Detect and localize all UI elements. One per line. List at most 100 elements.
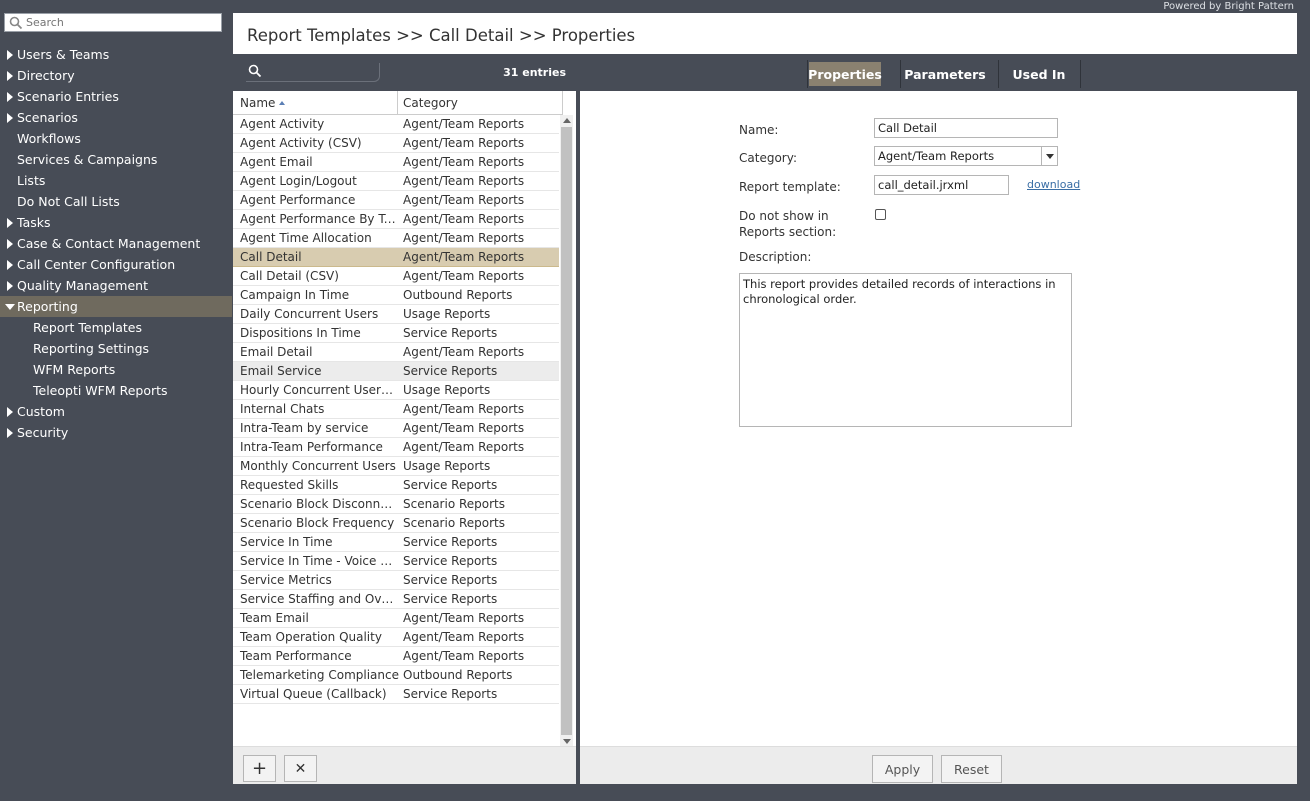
scroll-up-icon[interactable]: [563, 118, 571, 123]
table-row[interactable]: Monthly Concurrent Users Usage Reports: [233, 457, 559, 476]
row-category: Agent/Team Reports: [403, 250, 525, 264]
expand-arrow-icon[interactable]: [0, 280, 17, 291]
expand-arrow-icon[interactable]: [0, 91, 17, 102]
table-row[interactable]: Hourly Concurrent Users ... Usage Reports: [233, 381, 559, 400]
sidebar-item-workflows[interactable]: Workflows: [0, 128, 232, 149]
table-row[interactable]: Email Service Service Reports: [233, 362, 559, 381]
sidebar-item-quality-management[interactable]: Quality Management: [0, 275, 232, 296]
table-row[interactable]: Service Staffing and Overf... Service Rep…: [233, 590, 559, 609]
table-row[interactable]: Requested Skills Service Reports: [233, 476, 559, 495]
table-row[interactable]: Team Operation Quality Agent/Team Reports: [233, 628, 559, 647]
row-name: Scenario Block Disconnects: [240, 497, 399, 511]
category-select[interactable]: Agent/Team Reports: [874, 146, 1058, 166]
sidebar-search[interactable]: [4, 13, 222, 32]
column-header-category[interactable]: Category: [398, 91, 563, 114]
table-row[interactable]: Scenario Block Frequency Scenario Reports: [233, 514, 559, 533]
sidebar-item-directory[interactable]: Directory: [0, 65, 232, 86]
apply-button[interactable]: Apply: [872, 755, 933, 783]
row-category: Usage Reports: [403, 307, 491, 321]
expand-arrow-icon[interactable]: [0, 49, 17, 60]
table-row[interactable]: Scenario Block Disconnects Scenario Repor…: [233, 495, 559, 514]
sidebar-item-users-teams[interactable]: Users & Teams: [0, 44, 232, 65]
sidebar-item-reporting-settings[interactable]: Reporting Settings: [0, 338, 232, 359]
table-row[interactable]: Call Detail Agent/Team Reports: [233, 248, 559, 267]
table-row[interactable]: Agent Activity (CSV) Agent/Team Reports: [233, 134, 559, 153]
sidebar-item-label: Quality Management: [17, 278, 148, 293]
row-name: Intra-Team by service: [240, 421, 369, 435]
table-row[interactable]: Service Metrics Service Reports: [233, 571, 559, 590]
expand-arrow-icon[interactable]: [0, 70, 17, 81]
report-template-label: Report template:: [739, 180, 841, 194]
tab-properties[interactable]: Properties: [808, 62, 882, 86]
sidebar-item-label: Lists: [17, 173, 46, 188]
list-search-input[interactable]: [246, 63, 380, 82]
tab-parameters[interactable]: Parameters: [902, 62, 988, 86]
table-row[interactable]: Email Detail Agent/Team Reports: [233, 343, 559, 362]
row-category: Agent/Team Reports: [403, 155, 525, 169]
sidebar-item-label: Report Templates: [33, 320, 142, 335]
add-button[interactable]: +: [243, 755, 276, 782]
sidebar-search-input[interactable]: [26, 16, 216, 29]
sidebar-item-scenarios[interactable]: Scenarios: [0, 107, 232, 128]
table-row[interactable]: Agent Performance By Te... Agent/Team Rep…: [233, 210, 559, 229]
table-row[interactable]: Agent Activity Agent/Team Reports: [233, 115, 559, 134]
sidebar-item-tasks[interactable]: Tasks: [0, 212, 232, 233]
column-header-name[interactable]: Name: [233, 91, 398, 114]
sidebar-item-lists[interactable]: Lists: [0, 170, 232, 191]
table-row[interactable]: Agent Performance Agent/Team Reports: [233, 191, 559, 210]
expand-arrow-icon[interactable]: [0, 238, 17, 249]
sidebar-item-do-not-call-lists[interactable]: Do Not Call Lists: [0, 191, 232, 212]
table-row[interactable]: Service In Time Service Reports: [233, 533, 559, 552]
table-row[interactable]: Agent Login/Logout Agent/Team Reports: [233, 172, 559, 191]
scroll-down-icon[interactable]: [563, 739, 571, 744]
table-row[interactable]: Team Email Agent/Team Reports: [233, 609, 559, 628]
table-row[interactable]: Team Performance Agent/Team Reports: [233, 647, 559, 666]
table-row[interactable]: Virtual Queue (Callback) Service Reports: [233, 685, 559, 704]
table-row[interactable]: Call Detail (CSV) Agent/Team Reports: [233, 267, 559, 286]
search-icon: [248, 64, 262, 81]
tab-used-in[interactable]: Used In: [1000, 62, 1078, 86]
table-row[interactable]: Dispositions In Time Service Reports: [233, 324, 559, 343]
table-row[interactable]: Telemarketing Compliance Outbound Reports: [233, 666, 559, 685]
sidebar-item-reporting[interactable]: Reporting: [0, 296, 232, 317]
table-row[interactable]: Agent Email Agent/Team Reports: [233, 153, 559, 172]
sidebar-item-case-contact-management[interactable]: Case & Contact Management: [0, 233, 232, 254]
expand-arrow-icon[interactable]: [0, 427, 17, 438]
table-row[interactable]: Intra-Team Performance Agent/Team Reports: [233, 438, 559, 457]
sidebar-item-wfm-reports[interactable]: WFM Reports: [0, 359, 232, 380]
sidebar-item-scenario-entries[interactable]: Scenario Entries: [0, 86, 232, 107]
sidebar-item-report-templates[interactable]: Report Templates: [0, 317, 232, 338]
scroll-thumb[interactable]: [561, 127, 572, 735]
collapse-arrow-icon[interactable]: [0, 303, 17, 310]
row-name: Service In Time - Voice an...: [240, 554, 399, 568]
table-row[interactable]: Intra-Team by service Agent/Team Reports: [233, 419, 559, 438]
name-field[interactable]: Call Detail: [874, 118, 1058, 138]
hide-in-reports-checkbox[interactable]: [875, 209, 886, 220]
report-template-field[interactable]: call_detail.jrxml: [874, 175, 1009, 195]
expand-arrow-icon[interactable]: [0, 217, 17, 228]
row-name: Call Detail: [240, 250, 302, 264]
sidebar-item-call-center-configuration[interactable]: Call Center Configuration: [0, 254, 232, 275]
chevron-down-icon[interactable]: [1041, 147, 1057, 165]
detail-footer: Apply Reset: [580, 746, 1297, 784]
table-row[interactable]: Service In Time - Voice an... Service Rep…: [233, 552, 559, 571]
sidebar-item-services-campaigns[interactable]: Services & Campaigns: [0, 149, 232, 170]
table-row[interactable]: Internal Chats Agent/Team Reports: [233, 400, 559, 419]
description-textarea[interactable]: This report provides detailed records of…: [739, 273, 1072, 427]
download-link[interactable]: download: [1027, 178, 1080, 191]
table-row[interactable]: Agent Time Allocation Agent/Team Reports: [233, 229, 559, 248]
reset-button[interactable]: Reset: [941, 755, 1002, 783]
list-scrollbar[interactable]: [560, 115, 573, 747]
sidebar-item-security[interactable]: Security: [0, 422, 232, 443]
name-label: Name:: [739, 123, 779, 137]
table-row[interactable]: Campaign In Time Outbound Reports: [233, 286, 559, 305]
table-row[interactable]: Daily Concurrent Users Usage Reports: [233, 305, 559, 324]
sidebar-item-teleopti-wfm-reports[interactable]: Teleopti WFM Reports: [0, 380, 232, 401]
breadcrumb: Report Templates >> Call Detail >> Prope…: [247, 26, 636, 45]
expand-arrow-icon[interactable]: [0, 259, 17, 270]
expand-arrow-icon[interactable]: [0, 406, 17, 417]
expand-arrow-icon[interactable]: [0, 112, 17, 123]
row-category: Service Reports: [403, 687, 498, 701]
sidebar-item-custom[interactable]: Custom: [0, 401, 232, 422]
delete-button[interactable]: ✕: [284, 755, 317, 782]
